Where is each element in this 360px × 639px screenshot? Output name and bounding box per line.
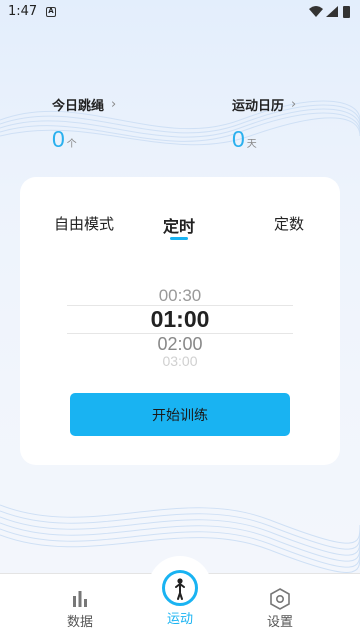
duration-picker[interactable]: 00:30 01:00 02:00 03:00 xyxy=(67,281,293,371)
nav-label-data: 数据 xyxy=(66,615,93,630)
tab-timer[interactable]: 定时 xyxy=(163,213,195,237)
tab-count[interactable]: 定数 xyxy=(274,213,304,234)
wifi-icon xyxy=(309,6,323,17)
picker-option[interactable]: 02:00 xyxy=(67,334,293,355)
picker-option[interactable]: 00:30 xyxy=(67,286,293,306)
status-bar: 1:47 A xyxy=(0,0,360,24)
status-time: 1:47 xyxy=(8,4,38,19)
start-training-button[interactable]: 开始训练 xyxy=(70,393,290,436)
a-square-icon: A xyxy=(46,7,56,17)
today-jumps-unit: 个 xyxy=(66,139,77,150)
exercise-calendar-title: 运动日历 xyxy=(232,99,285,114)
bar-chart-icon xyxy=(73,591,87,607)
exercise-calendar-unit: 天 xyxy=(246,139,257,150)
nav-item-exercise[interactable]: 运动 xyxy=(148,556,212,639)
nav-label-exercise: 运动 xyxy=(166,612,193,627)
tab-free-mode[interactable]: 自由模式 xyxy=(54,213,114,234)
active-tab-indicator xyxy=(170,237,188,240)
nav-label-settings: 设置 xyxy=(266,615,293,630)
jump-rope-icon xyxy=(162,570,198,606)
exercise-calendar-stat[interactable]: 运动日历 › 0 天 xyxy=(232,95,296,153)
hexagon-settings-icon xyxy=(270,588,290,610)
signal-icon xyxy=(326,6,338,17)
today-jumps-title: 今日跳绳 xyxy=(52,99,105,114)
chevron-right-icon: › xyxy=(291,97,297,112)
training-card: 自由模式 定时 定数 00:30 01:00 02:00 03:00 开始训练 xyxy=(20,177,340,465)
today-jumps-value: 0 xyxy=(52,126,65,152)
chevron-right-icon: › xyxy=(111,97,117,112)
status-icons xyxy=(308,5,352,19)
today-jumps-stat[interactable]: 今日跳绳 › 0 个 xyxy=(52,95,116,153)
battery-icon xyxy=(343,6,350,18)
picker-option[interactable]: 03:00 xyxy=(67,353,293,367)
exercise-calendar-value: 0 xyxy=(232,126,245,152)
picker-option-selected[interactable]: 01:00 xyxy=(67,306,293,333)
